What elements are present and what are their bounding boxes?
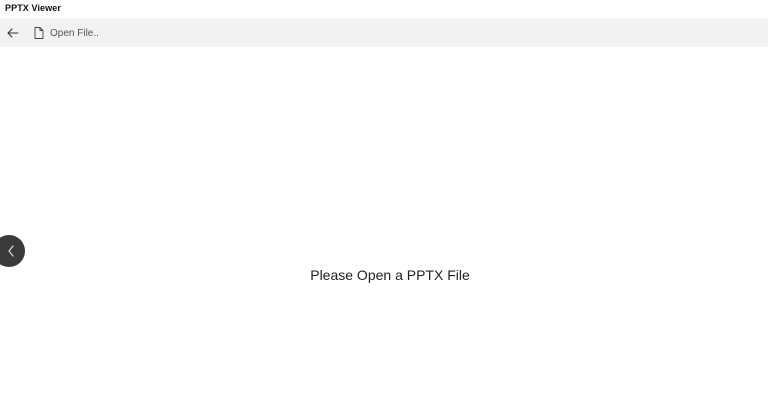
open-file-label: Open File..	[50, 27, 99, 39]
arrow-left-icon	[7, 28, 19, 38]
back-button[interactable]	[2, 22, 24, 44]
command-bar: Open File..	[0, 18, 768, 47]
empty-state-message: Please Open a PPTX File	[310, 267, 470, 283]
document-icon	[34, 27, 50, 39]
app-window: PPTX Viewer Open File.. Please Open a PP…	[0, 0, 770, 400]
window-title: PPTX Viewer	[5, 3, 61, 13]
chevron-left-icon	[3, 245, 15, 257]
title-bar: PPTX Viewer	[0, 0, 770, 18]
open-file-button[interactable]: Open File..	[34, 23, 99, 43]
slide-viewer-area: Please Open a PPTX File	[0, 47, 770, 400]
previous-slide-button[interactable]	[0, 235, 25, 267]
